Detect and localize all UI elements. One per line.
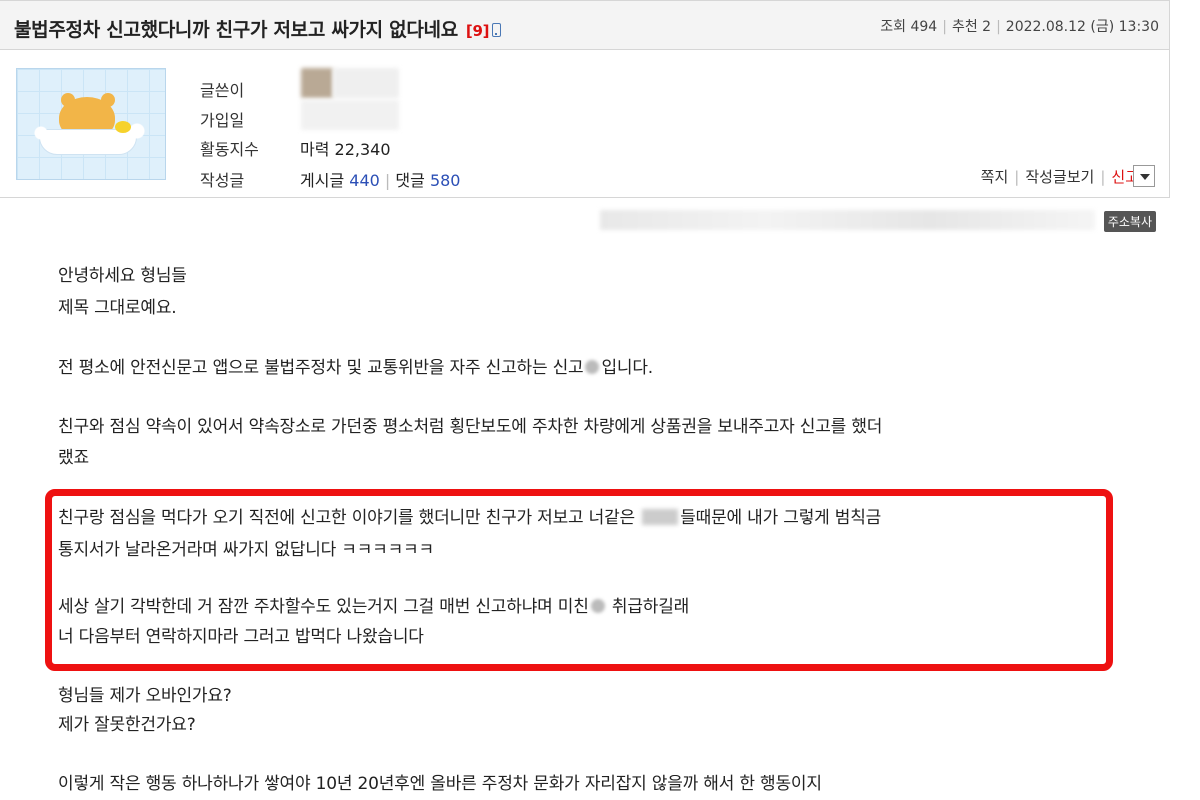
body-line: 제가 잘못한건가요? [58, 715, 196, 735]
copy-url-button[interactable]: 주소복사 [1103, 211, 1156, 232]
post-meta: 조회 494 | 추천 2 | 2022.08.12 (금) 13:30 [880, 19, 1159, 35]
author-info: 글쓴이 가입일 활동지수 작성글 마력 22,340 게시글 440 | 댓글 … [0, 50, 1170, 198]
author-actions: 쪽지 | 작성글보기 | 신고 [980, 168, 1139, 186]
view-posts-link[interactable]: 작성글보기 [1025, 168, 1094, 186]
writer-label: 글쓴이 [200, 81, 245, 100]
redacted-word [585, 360, 600, 374]
mobile-icon [492, 23, 502, 37]
comments-count[interactable]: 580 [430, 171, 461, 190]
body-line: 전 평소에 안전신문고 앱으로 불법주정차 및 교통위반을 자주 신고하는 신고… [58, 358, 654, 378]
recommend-count: 추천 2 [951, 19, 992, 35]
post-stats: 게시글 440 | 댓글 580 [300, 171, 461, 190]
message-link[interactable]: 쪽지 [981, 168, 1009, 186]
comments-prefix: 댓글 [395, 171, 425, 190]
comment-count[interactable]: [9] [466, 22, 490, 40]
activity-value: 마력 22,340 [300, 140, 391, 159]
body-line: 이렇게 작은 행동 하나하나가 쌓여야 10년 20년후엔 올바른 주정차 문화… [58, 774, 822, 794]
body-line: 제목 그대로예요. [58, 298, 177, 318]
view-count: 조회 494 [880, 19, 938, 35]
body-line: 안녕하세요 형님들 [58, 266, 187, 286]
post-datetime: 2022.08.12 (금) 13:30 [1005, 19, 1159, 35]
posts-label: 작성글 [200, 171, 245, 190]
body-line: 친구와 점심 약속이 있어서 약속장소로 가던중 평소처럼 횡단보도에 주차한 … [58, 417, 883, 437]
avatar [16, 68, 166, 180]
activity-label: 활동지수 [200, 140, 259, 159]
posts-prefix: 게시글 [300, 171, 345, 190]
posts-count[interactable]: 440 [349, 171, 380, 190]
post-title-text: 불법주정차 신고했다니까 친구가 저보고 싸가지 없다네요 [14, 19, 458, 41]
body-line: 랬죠 [58, 448, 89, 468]
post-header: 불법주정차 신고했다니까 친구가 저보고 싸가지 없다네요 [9] 조회 494 |… [0, 0, 1170, 50]
more-options-button[interactable] [1133, 165, 1155, 187]
highlight-box [45, 489, 1113, 671]
joined-label: 가입일 [200, 111, 245, 130]
post-url-row: 주소복사 [600, 206, 1156, 232]
post-url-redacted [600, 210, 1095, 230]
post-title: 불법주정차 신고했다니까 친구가 저보고 싸가지 없다네요 [9] [14, 15, 502, 42]
join-date-redacted [301, 100, 399, 130]
author-nickname-redacted[interactable] [301, 68, 333, 98]
body-line: 형님들 제가 오바인가요? [58, 686, 232, 706]
